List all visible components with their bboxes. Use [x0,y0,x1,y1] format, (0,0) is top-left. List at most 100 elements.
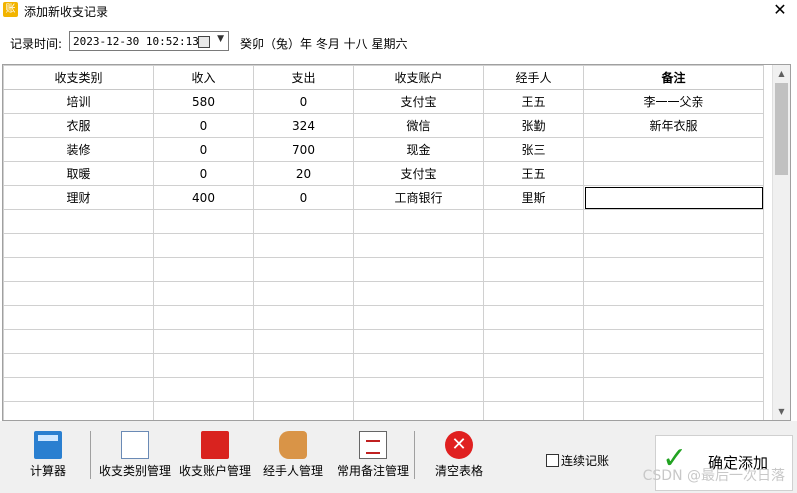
cell-income[interactable]: 0 [153,161,254,186]
table-row[interactable] [3,281,764,306]
cell-account[interactable] [353,401,484,420]
cell-handler[interactable] [483,209,584,234]
continuous-label[interactable]: 连续记账 [561,454,609,468]
cell-note[interactable]: 新年衣服 [583,113,764,138]
cell-category[interactable] [3,257,154,282]
cell-note[interactable] [583,281,764,306]
cell-category[interactable] [3,353,154,378]
cell-handler[interactable] [483,329,584,354]
note-management-button[interactable]: 常用备注管理 [334,431,412,479]
cell-income[interactable] [153,209,254,234]
col-header-note[interactable]: 备注 [583,65,764,90]
cell-handler[interactable]: 张三 [483,137,584,162]
cell-handler[interactable] [483,305,584,330]
table-row[interactable] [3,377,764,402]
table-row[interactable] [3,209,764,234]
cell-note[interactable] [583,257,764,282]
cell-income[interactable] [153,257,254,282]
cell-handler[interactable] [483,233,584,258]
cell-expense[interactable] [253,257,354,282]
cell-note[interactable]: 李一一父亲 [583,89,764,114]
cell-note[interactable] [583,329,764,354]
clear-table-button[interactable]: ✕ 清空表格 [432,431,486,479]
cell-handler[interactable]: 张勤 [483,113,584,138]
cell-account[interactable] [353,329,484,354]
cell-account[interactable]: 支付宝 [353,89,484,114]
cell-note[interactable] [583,305,764,330]
cell-income[interactable] [153,377,254,402]
cell-income[interactable]: 0 [153,113,254,138]
cell-category[interactable] [3,281,154,306]
calculator-button[interactable]: 计算器 [28,431,68,479]
cell-expense[interactable] [253,329,354,354]
checkbox-box[interactable] [546,454,559,467]
cell-expense[interactable] [253,233,354,258]
table-row[interactable] [3,305,764,330]
datetime-value[interactable]: 2023-12-30 10:52:13 [73,35,199,48]
cell-account[interactable] [353,377,484,402]
cell-category[interactable]: 衣服 [3,113,154,138]
cell-handler[interactable] [483,353,584,378]
col-header-account[interactable]: 收支账户 [353,65,484,90]
table-row[interactable]: 取暖 0 20 支付宝 王五 [3,161,764,186]
cell-income[interactable]: 400 [153,185,254,210]
cell-expense[interactable]: 0 [253,89,354,114]
cell-handler[interactable] [483,377,584,402]
col-header-income[interactable]: 收入 [153,65,254,90]
cell-expense[interactable] [253,305,354,330]
close-button[interactable]: ✕ [769,0,791,20]
cell-expense[interactable] [253,281,354,306]
cell-account[interactable] [353,257,484,282]
cell-category[interactable]: 取暖 [3,161,154,186]
cell-income[interactable] [153,233,254,258]
table-row[interactable] [3,353,764,378]
scroll-thumb[interactable] [775,83,788,175]
cell-note[interactable] [583,401,764,420]
cell-account[interactable] [353,305,484,330]
cell-account[interactable]: 工商银行 [353,185,484,210]
cell-note[interactable] [583,209,764,234]
dropdown-arrow-icon[interactable]: ▼ [217,34,224,44]
table-row[interactable]: 理财 400 0 工商银行 里斯 [3,185,764,210]
cell-income[interactable] [153,281,254,306]
table-row[interactable]: 培训 580 0 支付宝 王五 李一一父亲 [3,89,764,114]
cell-category[interactable] [3,329,154,354]
cell-handler[interactable] [483,257,584,282]
cell-account[interactable]: 微信 [353,113,484,138]
cell-expense[interactable] [253,209,354,234]
cell-category[interactable]: 装修 [3,137,154,162]
cell-expense[interactable]: 324 [253,113,354,138]
cell-category[interactable]: 理财 [3,185,154,210]
records-grid[interactable]: 收支类别 收入 支出 收支账户 经手人 备注 培训 580 0 支付宝 王五 李一一父亲衣… [2,64,791,421]
cell-note[interactable] [583,137,764,162]
handler-management-button[interactable]: 经手人管理 [261,431,325,479]
cell-expense[interactable]: 700 [253,137,354,162]
vertical-scrollbar[interactable]: ▲ ▼ [772,65,790,420]
account-management-button[interactable]: 收支账户管理 [176,431,254,479]
cell-handler[interactable]: 王五 [483,161,584,186]
cell-expense[interactable] [253,401,354,420]
cell-category[interactable] [3,209,154,234]
cell-account[interactable] [353,281,484,306]
cell-income[interactable] [153,305,254,330]
cell-category[interactable] [3,305,154,330]
table-row[interactable] [3,233,764,258]
cell-category[interactable] [3,401,154,420]
cell-note[interactable] [583,185,764,210]
cell-expense[interactable] [253,353,354,378]
table-row[interactable] [3,401,764,420]
col-header-expense[interactable]: 支出 [253,65,354,90]
cell-expense[interactable]: 20 [253,161,354,186]
cell-category[interactable]: 培训 [3,89,154,114]
scroll-up-icon[interactable]: ▲ [773,65,790,82]
cell-income[interactable] [153,401,254,420]
cell-income[interactable] [153,353,254,378]
table-row[interactable]: 装修 0 700 现金 张三 [3,137,764,162]
table-row[interactable]: 衣服 0 324 微信 张勤 新年衣服 [3,113,764,138]
datetime-picker[interactable]: 2023-12-30 10:52:13 ▼ [69,31,229,51]
cell-account[interactable]: 支付宝 [353,161,484,186]
cell-note[interactable] [583,233,764,258]
continuous-checkbox[interactable]: 连续记账 [546,452,609,469]
cell-account[interactable] [353,233,484,258]
cell-income[interactable]: 0 [153,137,254,162]
